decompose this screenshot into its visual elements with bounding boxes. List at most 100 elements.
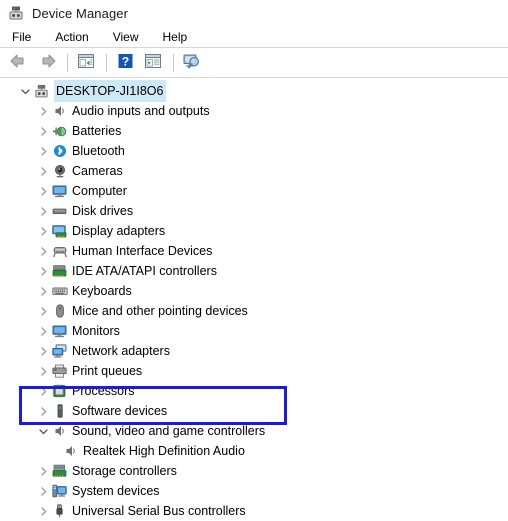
bluetooth-icon bbox=[51, 143, 68, 159]
tree-node-label: Display adapters bbox=[72, 224, 166, 238]
tree-node-print-queues[interactable]: Print queues bbox=[0, 361, 508, 381]
properties-button[interactable] bbox=[140, 51, 166, 75]
chevron-down-icon[interactable] bbox=[18, 81, 33, 101]
chevron-right-icon[interactable] bbox=[36, 281, 51, 301]
tree-node-storage-controllers[interactable]: Storage controllers bbox=[0, 461, 508, 481]
chevron-right-icon[interactable] bbox=[36, 481, 51, 501]
tree-node-software-devices[interactable]: Software devices bbox=[0, 401, 508, 421]
keyboard-icon bbox=[51, 283, 68, 299]
help-button[interactable]: ? bbox=[112, 51, 138, 75]
tree-node-label: Audio inputs and outputs bbox=[72, 104, 210, 118]
speaker-icon bbox=[51, 423, 68, 439]
storage-controller-icon bbox=[51, 463, 68, 479]
speaker-icon bbox=[51, 103, 68, 119]
tree-node-label: Network adapters bbox=[72, 344, 170, 358]
tree-node-label: Monitors bbox=[72, 324, 120, 338]
tree-node-ide-ata-atapi-controllers[interactable]: IDE ATA/ATAPI controllers bbox=[0, 261, 508, 281]
tree-node-keyboards[interactable]: Keyboards bbox=[0, 281, 508, 301]
toolbar-separator bbox=[0, 77, 508, 78]
tree-node-universal-serial-bus-controllers[interactable]: Universal Serial Bus controllers bbox=[0, 501, 508, 521]
chevron-right-icon[interactable] bbox=[36, 241, 51, 261]
back-button[interactable] bbox=[6, 51, 32, 75]
tree-node-root[interactable]: DESKTOP-JI1I8O6 bbox=[0, 80, 508, 102]
back-arrow-icon bbox=[9, 52, 29, 73]
scan-hardware-changes-button[interactable] bbox=[179, 51, 205, 75]
menu-action[interactable]: Action bbox=[53, 29, 90, 45]
tree-node-label: Mice and other pointing devices bbox=[72, 304, 248, 318]
tree-node-computer[interactable]: Computer bbox=[0, 181, 508, 201]
tree-node-bluetooth[interactable]: Bluetooth bbox=[0, 141, 508, 161]
tree-node-label: DESKTOP-JI1I8O6 bbox=[54, 80, 167, 102]
tree-node-label: System devices bbox=[72, 484, 160, 498]
camera-icon bbox=[51, 163, 68, 179]
computer-icon bbox=[51, 183, 68, 199]
tree-node-human-interface-devices[interactable]: Human Interface Devices bbox=[0, 241, 508, 261]
chevron-right-icon[interactable] bbox=[36, 381, 51, 401]
title-bar: Device Manager bbox=[0, 0, 508, 26]
chevron-right-icon[interactable] bbox=[36, 201, 51, 221]
hid-icon bbox=[51, 243, 68, 259]
network-adapter-icon bbox=[51, 343, 68, 359]
tree-node-disk-drives[interactable]: Disk drives bbox=[0, 201, 508, 221]
chevron-right-icon[interactable] bbox=[36, 501, 51, 521]
forward-arrow-icon bbox=[37, 52, 57, 73]
tree-node-audio-inputs-and-outputs[interactable]: Audio inputs and outputs bbox=[0, 101, 508, 121]
chevron-right-icon[interactable] bbox=[36, 221, 51, 241]
svg-text:?: ? bbox=[121, 54, 128, 68]
chevron-right-icon[interactable] bbox=[36, 341, 51, 361]
device-tree[interactable]: DESKTOP-JI1I8O6 Audio inputs and outputs bbox=[0, 79, 508, 518]
tree-node-label: Universal Serial Bus controllers bbox=[72, 504, 246, 518]
tree-node-label: Computer bbox=[72, 184, 127, 198]
mouse-icon bbox=[51, 303, 68, 319]
computer-root-icon bbox=[33, 83, 50, 99]
chevron-right-icon[interactable] bbox=[36, 361, 51, 381]
tree-node-label: Print queues bbox=[72, 364, 143, 378]
tree-node-label: Bluetooth bbox=[72, 144, 125, 158]
chevron-right-icon[interactable] bbox=[36, 461, 51, 481]
tree-node-monitors[interactable]: Monitors bbox=[0, 321, 508, 341]
chevron-right-icon[interactable] bbox=[36, 261, 51, 281]
tree-node-cameras[interactable]: Cameras bbox=[0, 161, 508, 181]
menu-view[interactable]: View bbox=[111, 29, 141, 45]
tree-node-label: Processors bbox=[72, 384, 135, 398]
disk-drive-icon bbox=[51, 203, 68, 219]
device-manager-icon bbox=[8, 5, 24, 21]
chevron-right-icon[interactable] bbox=[36, 301, 51, 321]
toolbar-divider-2 bbox=[106, 53, 107, 72]
forward-button[interactable] bbox=[34, 51, 60, 75]
tree-node-mice-and-other-pointing-devices[interactable]: Mice and other pointing devices bbox=[0, 301, 508, 321]
tree-node-label: Cameras bbox=[72, 164, 123, 178]
chevron-right-icon[interactable] bbox=[36, 401, 51, 421]
tree-node-network-adapters[interactable]: Network adapters bbox=[0, 341, 508, 361]
chevron-down-icon[interactable] bbox=[36, 421, 51, 441]
tree-node-label: Keyboards bbox=[72, 284, 132, 298]
toolbar-divider-1 bbox=[67, 53, 68, 72]
tree-node-label: Realtek High Definition Audio bbox=[83, 444, 245, 458]
chevron-right-icon[interactable] bbox=[36, 161, 51, 181]
tree-node-batteries[interactable]: Batteries bbox=[0, 121, 508, 141]
help-question-icon: ? bbox=[117, 53, 134, 72]
tree-node-realtek-high-definition-audio[interactable]: Realtek High Definition Audio bbox=[0, 441, 508, 461]
battery-icon bbox=[51, 123, 68, 139]
menu-file[interactable]: File bbox=[10, 29, 33, 45]
tree-node-label: Disk drives bbox=[72, 204, 134, 218]
show-hide-console-tree-button[interactable] bbox=[73, 51, 99, 75]
chevron-right-icon[interactable] bbox=[36, 141, 51, 161]
tree-node-label: Software devices bbox=[72, 404, 168, 418]
tree-node-system-devices[interactable]: System devices bbox=[0, 481, 508, 501]
chevron-right-icon[interactable] bbox=[36, 121, 51, 141]
chevron-right-icon[interactable] bbox=[36, 181, 51, 201]
usb-icon bbox=[51, 503, 68, 519]
speaker-icon bbox=[62, 443, 79, 459]
chevron-right-icon[interactable] bbox=[36, 321, 51, 341]
tree-node-display-adapters[interactable]: Display adapters bbox=[0, 221, 508, 241]
tree-node-sound-video-and-game-controllers[interactable]: Sound, video and game controllers bbox=[0, 421, 508, 441]
properties-icon bbox=[144, 53, 162, 72]
monitor-icon bbox=[51, 323, 68, 339]
tree-node-processors[interactable]: Processors bbox=[0, 381, 508, 401]
display-adapter-icon bbox=[51, 223, 68, 239]
toolbar: ? bbox=[0, 48, 508, 77]
chevron-right-icon[interactable] bbox=[36, 101, 51, 121]
menu-help[interactable]: Help bbox=[161, 29, 190, 45]
printer-icon bbox=[51, 363, 68, 379]
